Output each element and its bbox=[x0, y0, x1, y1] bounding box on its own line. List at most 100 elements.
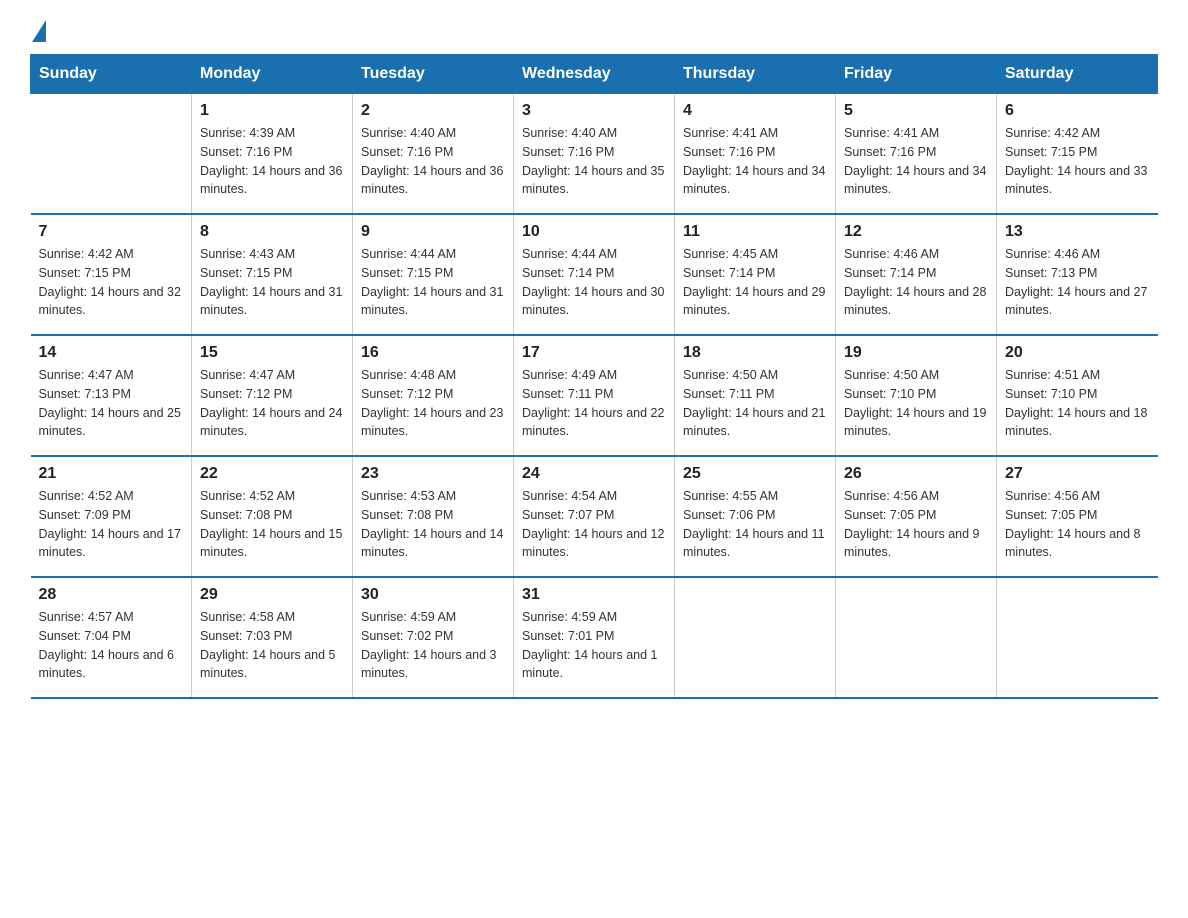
day-info-22: Sunrise: 4:52 AMSunset: 7:08 PMDaylight:… bbox=[200, 487, 344, 562]
calendar-day-18: 18 Sunrise: 4:50 AMSunset: 7:11 PMDayligh… bbox=[675, 335, 836, 456]
day-info-29: Sunrise: 4:58 AMSunset: 7:03 PMDaylight:… bbox=[200, 608, 344, 683]
day-number-10: 10 bbox=[522, 223, 666, 241]
day-number-17: 17 bbox=[522, 344, 666, 362]
day-info-15: Sunrise: 4:47 AMSunset: 7:12 PMDaylight:… bbox=[200, 366, 344, 441]
calendar-day-6: 6 Sunrise: 4:42 AMSunset: 7:15 PMDaylight… bbox=[997, 94, 1158, 215]
calendar-day-2: 2 Sunrise: 4:40 AMSunset: 7:16 PMDaylight… bbox=[353, 94, 514, 215]
calendar-header: SundayMondayTuesdayWednesdayThursdayFrid… bbox=[31, 55, 1158, 94]
day-info-26: Sunrise: 4:56 AMSunset: 7:05 PMDaylight:… bbox=[844, 487, 988, 562]
calendar-day-22: 22 Sunrise: 4:52 AMSunset: 7:08 PMDayligh… bbox=[192, 456, 353, 577]
day-info-17: Sunrise: 4:49 AMSunset: 7:11 PMDaylight:… bbox=[522, 366, 666, 441]
day-number-21: 21 bbox=[39, 465, 184, 483]
day-number-8: 8 bbox=[200, 223, 344, 241]
calendar-day-9: 9 Sunrise: 4:44 AMSunset: 7:15 PMDaylight… bbox=[353, 214, 514, 335]
day-info-1: Sunrise: 4:39 AMSunset: 7:16 PMDaylight:… bbox=[200, 124, 344, 199]
calendar-day-30: 30 Sunrise: 4:59 AMSunset: 7:02 PMDayligh… bbox=[353, 577, 514, 698]
weekday-header-row: SundayMondayTuesdayWednesdayThursdayFrid… bbox=[31, 55, 1158, 94]
day-number-25: 25 bbox=[683, 465, 827, 483]
calendar-week-1: 1 Sunrise: 4:39 AMSunset: 7:16 PMDaylight… bbox=[31, 94, 1158, 215]
day-number-30: 30 bbox=[361, 586, 505, 604]
calendar-day-24: 24 Sunrise: 4:54 AMSunset: 7:07 PMDayligh… bbox=[514, 456, 675, 577]
calendar-body: 1 Sunrise: 4:39 AMSunset: 7:16 PMDaylight… bbox=[31, 94, 1158, 699]
day-info-4: Sunrise: 4:41 AMSunset: 7:16 PMDaylight:… bbox=[683, 124, 827, 199]
day-number-9: 9 bbox=[361, 223, 505, 241]
day-info-31: Sunrise: 4:59 AMSunset: 7:01 PMDaylight:… bbox=[522, 608, 666, 683]
day-number-31: 31 bbox=[522, 586, 666, 604]
weekday-header-wednesday: Wednesday bbox=[514, 55, 675, 94]
day-number-5: 5 bbox=[844, 102, 988, 120]
day-number-2: 2 bbox=[361, 102, 505, 120]
calendar-day-26: 26 Sunrise: 4:56 AMSunset: 7:05 PMDayligh… bbox=[836, 456, 997, 577]
day-number-14: 14 bbox=[39, 344, 184, 362]
day-info-10: Sunrise: 4:44 AMSunset: 7:14 PMDaylight:… bbox=[522, 245, 666, 320]
day-info-8: Sunrise: 4:43 AMSunset: 7:15 PMDaylight:… bbox=[200, 245, 344, 320]
calendar-day-7: 7 Sunrise: 4:42 AMSunset: 7:15 PMDaylight… bbox=[31, 214, 192, 335]
day-number-22: 22 bbox=[200, 465, 344, 483]
day-info-3: Sunrise: 4:40 AMSunset: 7:16 PMDaylight:… bbox=[522, 124, 666, 199]
day-info-7: Sunrise: 4:42 AMSunset: 7:15 PMDaylight:… bbox=[39, 245, 184, 320]
logo bbox=[30, 20, 48, 44]
day-number-4: 4 bbox=[683, 102, 827, 120]
day-info-30: Sunrise: 4:59 AMSunset: 7:02 PMDaylight:… bbox=[361, 608, 505, 683]
day-info-6: Sunrise: 4:42 AMSunset: 7:15 PMDaylight:… bbox=[1005, 124, 1150, 199]
empty-cell-4-6 bbox=[997, 577, 1158, 698]
calendar-day-17: 17 Sunrise: 4:49 AMSunset: 7:11 PMDayligh… bbox=[514, 335, 675, 456]
calendar-day-23: 23Sunrise: 4:53 AMSunset: 7:08 PMDayligh… bbox=[353, 456, 514, 577]
calendar-day-20: 20 Sunrise: 4:51 AMSunset: 7:10 PMDayligh… bbox=[997, 335, 1158, 456]
calendar-day-4: 4 Sunrise: 4:41 AMSunset: 7:16 PMDaylight… bbox=[675, 94, 836, 215]
day-number-16: 16 bbox=[361, 344, 505, 362]
day-number-29: 29 bbox=[200, 586, 344, 604]
day-info-11: Sunrise: 4:45 AMSunset: 7:14 PMDaylight:… bbox=[683, 245, 827, 320]
day-info-12: Sunrise: 4:46 AMSunset: 7:14 PMDaylight:… bbox=[844, 245, 988, 320]
empty-cell-4-5 bbox=[836, 577, 997, 698]
day-info-25: Sunrise: 4:55 AMSunset: 7:06 PMDaylight:… bbox=[683, 487, 827, 562]
day-info-28: Sunrise: 4:57 AMSunset: 7:04 PMDaylight:… bbox=[39, 608, 184, 683]
calendar-day-25: 25 Sunrise: 4:55 AMSunset: 7:06 PMDayligh… bbox=[675, 456, 836, 577]
day-number-11: 11 bbox=[683, 223, 827, 241]
calendar-week-4: 21 Sunrise: 4:52 AMSunset: 7:09 PMDayligh… bbox=[31, 456, 1158, 577]
day-number-26: 26 bbox=[844, 465, 988, 483]
day-number-19: 19 bbox=[844, 344, 988, 362]
calendar-day-15: 15Sunrise: 4:47 AMSunset: 7:12 PMDayligh… bbox=[192, 335, 353, 456]
day-info-2: Sunrise: 4:40 AMSunset: 7:16 PMDaylight:… bbox=[361, 124, 505, 199]
calendar-day-28: 28 Sunrise: 4:57 AMSunset: 7:04 PMDayligh… bbox=[31, 577, 192, 698]
empty-cell-0-0 bbox=[31, 94, 192, 215]
day-info-19: Sunrise: 4:50 AMSunset: 7:10 PMDaylight:… bbox=[844, 366, 988, 441]
day-number-13: 13 bbox=[1005, 223, 1150, 241]
day-info-13: Sunrise: 4:46 AMSunset: 7:13 PMDaylight:… bbox=[1005, 245, 1150, 320]
day-info-23: Sunrise: 4:53 AMSunset: 7:08 PMDaylight:… bbox=[361, 487, 505, 562]
weekday-header-tuesday: Tuesday bbox=[353, 55, 514, 94]
day-info-14: Sunrise: 4:47 AMSunset: 7:13 PMDaylight:… bbox=[39, 366, 184, 441]
day-info-24: Sunrise: 4:54 AMSunset: 7:07 PMDaylight:… bbox=[522, 487, 666, 562]
day-number-1: 1 bbox=[200, 102, 344, 120]
calendar-day-27: 27 Sunrise: 4:56 AMSunset: 7:05 PMDayligh… bbox=[997, 456, 1158, 577]
day-info-9: Sunrise: 4:44 AMSunset: 7:15 PMDaylight:… bbox=[361, 245, 505, 320]
day-info-16: Sunrise: 4:48 AMSunset: 7:12 PMDaylight:… bbox=[361, 366, 505, 441]
calendar-day-21: 21 Sunrise: 4:52 AMSunset: 7:09 PMDayligh… bbox=[31, 456, 192, 577]
day-number-20: 20 bbox=[1005, 344, 1150, 362]
calendar-table: SundayMondayTuesdayWednesdayThursdayFrid… bbox=[30, 54, 1158, 699]
calendar-day-19: 19 Sunrise: 4:50 AMSunset: 7:10 PMDayligh… bbox=[836, 335, 997, 456]
day-info-5: Sunrise: 4:41 AMSunset: 7:16 PMDaylight:… bbox=[844, 124, 988, 199]
page-header bbox=[30, 20, 1158, 44]
calendar-day-11: 11 Sunrise: 4:45 AMSunset: 7:14 PMDayligh… bbox=[675, 214, 836, 335]
day-info-18: Sunrise: 4:50 AMSunset: 7:11 PMDaylight:… bbox=[683, 366, 827, 441]
calendar-week-5: 28 Sunrise: 4:57 AMSunset: 7:04 PMDayligh… bbox=[31, 577, 1158, 698]
day-info-20: Sunrise: 4:51 AMSunset: 7:10 PMDaylight:… bbox=[1005, 366, 1150, 441]
day-info-21: Sunrise: 4:52 AMSunset: 7:09 PMDaylight:… bbox=[39, 487, 184, 562]
calendar-day-8: 8 Sunrise: 4:43 AMSunset: 7:15 PMDaylight… bbox=[192, 214, 353, 335]
calendar-day-1: 1 Sunrise: 4:39 AMSunset: 7:16 PMDaylight… bbox=[192, 94, 353, 215]
day-number-27: 27 bbox=[1005, 465, 1150, 483]
day-number-24: 24 bbox=[522, 465, 666, 483]
day-number-7: 7 bbox=[39, 223, 184, 241]
day-number-3: 3 bbox=[522, 102, 666, 120]
day-info-27: Sunrise: 4:56 AMSunset: 7:05 PMDaylight:… bbox=[1005, 487, 1150, 562]
day-number-6: 6 bbox=[1005, 102, 1150, 120]
day-number-28: 28 bbox=[39, 586, 184, 604]
calendar-day-31: 31 Sunrise: 4:59 AMSunset: 7:01 PMDayligh… bbox=[514, 577, 675, 698]
day-number-18: 18 bbox=[683, 344, 827, 362]
empty-cell-4-4 bbox=[675, 577, 836, 698]
calendar-day-16: 16 Sunrise: 4:48 AMSunset: 7:12 PMDayligh… bbox=[353, 335, 514, 456]
weekday-header-thursday: Thursday bbox=[675, 55, 836, 94]
calendar-week-2: 7 Sunrise: 4:42 AMSunset: 7:15 PMDaylight… bbox=[31, 214, 1158, 335]
